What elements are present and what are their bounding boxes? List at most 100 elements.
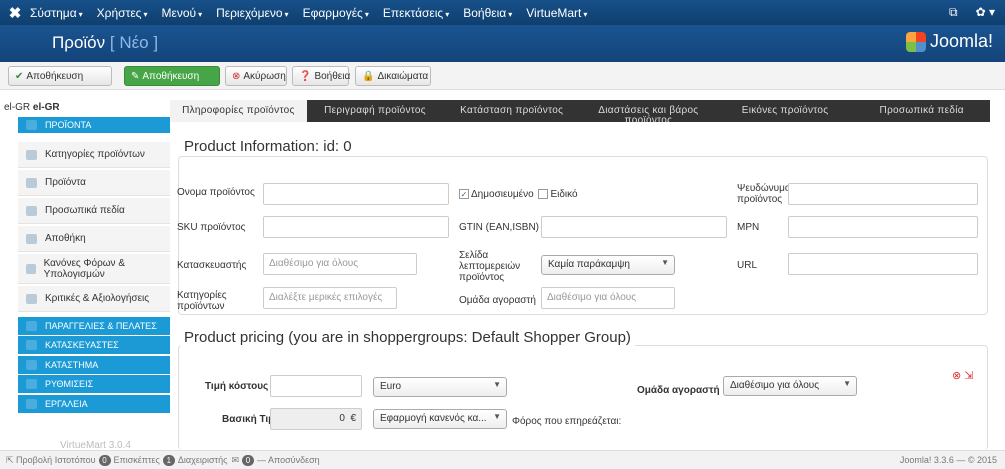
menu-item-icon <box>26 360 37 370</box>
sidebar-item-label: Αποθήκη <box>45 233 86 244</box>
check-icon: ✔ <box>15 70 24 82</box>
product-tabs: Πληροφορίες προϊόντος Περιγραφή προϊόντος… <box>170 100 990 122</box>
tab-2[interactable]: Κατάσταση προϊόντος <box>443 100 580 122</box>
language-indicator: el-GR el-GR <box>4 102 60 113</box>
pricing-fieldset <box>178 345 988 450</box>
menu-item-icon <box>26 340 37 350</box>
base-price-input[interactable]: 0 € <box>270 408 362 430</box>
toolbar: ✔ Αποθήκευση ✎ Αποθήκευση ⊗ Ακύρωση ❓ Βοήθει… <box>0 62 1005 90</box>
cancel-button[interactable]: ⊗ Ακύρωση <box>225 66 287 86</box>
logout-link[interactable]: — Αποσύνδεση <box>257 455 320 465</box>
caret-down-icon: ▾ <box>508 9 513 19</box>
sidebar-item-label: ΚΑΤΑΣΤΗΜΑ <box>45 360 99 370</box>
tab-3[interactable]: Διαστάσεις και βάρος προϊόντος <box>580 100 717 123</box>
sku-label: SKU προϊόντος <box>177 222 246 233</box>
menu-4[interactable]: Εφαρμογές ▾ <box>303 6 369 20</box>
sidebar-item-7[interactable]: ΠΑΡΑΓΓΕΛΙΕΣ & ΠΕΛΑΤΕΣ <box>18 317 170 335</box>
sidebar-item-11[interactable]: ΕΡΓΑΛΕΙΑ <box>18 395 170 413</box>
published-checkbox[interactable]: ✓ Δημοσιευμένο Ειδικό <box>459 189 578 200</box>
caret-down-icon: ▾ <box>583 9 588 19</box>
mpn-input[interactable] <box>788 216 978 238</box>
sidebar-item-2[interactable]: Προϊόντα <box>18 170 170 196</box>
gear-icon[interactable]: ✿ ▾ <box>976 5 995 20</box>
top-menu: Σύστημα ▾ Χρήστες ▾ Μενού ▾ Περιεχόμενο ▾ Εφαρμο… <box>30 6 587 20</box>
view-site-link[interactable]: ⇱ Προβολή Ιστοτόπου <box>6 455 96 466</box>
tab-4[interactable]: Εικόνες προϊόντος <box>717 100 854 122</box>
sidebar-item-label: Προϊόντα <box>45 177 86 188</box>
visitors-badge: 0 <box>98 454 111 466</box>
status-bar: ⇱ Προβολή Ιστοτόπου 0 Επισκέπτες 1 Διαχειρ… <box>0 450 1005 469</box>
caret-down-icon: ▾ <box>445 9 450 19</box>
menu-2[interactable]: Μενού ▾ <box>161 6 202 20</box>
sidebar-item-9[interactable]: ΚΑΤΑΣΤΗΜΑ <box>18 356 170 374</box>
tax-rule-select[interactable]: Εφαρμογή κανενός κα... ▼ <box>373 409 507 429</box>
sidebar-item-3[interactable]: Προσωπικά πεδία <box>18 198 170 224</box>
messages-badge: 0 <box>241 454 254 466</box>
edit-icon: ✎ <box>131 70 140 82</box>
menu-item-icon <box>26 149 37 160</box>
detail-page-select[interactable]: Καμία παράκαμψη ▼ <box>541 255 675 275</box>
save-close-button[interactable]: ✎ Αποθήκευση <box>124 66 220 86</box>
shopper-group-label: Ομάδα αγοραστή <box>459 295 536 306</box>
menu-item-icon <box>26 233 37 244</box>
tab-0[interactable]: Πληροφορίες προϊόντος <box>170 100 307 122</box>
pricing-shopper-group-select[interactable]: Διαθέσιμο για όλους ▼ <box>723 376 857 396</box>
menu-0[interactable]: Σύστημα ▾ <box>30 6 83 20</box>
currency-select[interactable]: Euro ▼ <box>373 377 507 397</box>
caret-down-icon: ▾ <box>78 9 83 19</box>
menu-item-icon <box>26 379 37 389</box>
sidebar-item-1[interactable]: Κατηγορίες προϊόντων <box>18 142 170 168</box>
help-icon: ❓ <box>299 70 312 82</box>
pricing-legend: Product pricing (you are in shoppergroup… <box>180 329 635 346</box>
tab-1[interactable]: Περιγραφή προϊόντος <box>307 100 444 122</box>
permissions-button[interactable]: 🔒 Δικαιώματα <box>355 66 431 86</box>
menu-6[interactable]: Βοήθεια ▾ <box>463 6 512 20</box>
sidebar-item-0[interactable]: ΠΡΟΪΟΝΤΑ <box>18 117 170 133</box>
categories-select[interactable]: Διαλέξτε μερικές επιλογές <box>263 287 397 309</box>
tax-affects-label: Φόρος που επηρεάζεται: <box>512 416 622 427</box>
menu-7[interactable]: VirtueMart ▾ <box>526 6 587 20</box>
tab-5[interactable]: Προσωπικά πεδία <box>853 100 990 122</box>
cost-price-input[interactable] <box>270 375 362 397</box>
url-label: URL <box>737 260 758 271</box>
special-checkbox[interactable] <box>538 189 549 200</box>
sidebar-item-6[interactable]: Κριτικές & Αξιολογήσεις <box>18 286 170 312</box>
admin-menubar: ✖ Σύστημα ▾ Χρήστες ▾ Μενού ▾ Περιεχόμενο ▾ Εφαρ… <box>0 0 1005 25</box>
sidebar-item-label: ΡΥΘΜΙΣΕΙΣ <box>45 379 94 389</box>
product-name-label: Ονομα προϊόντος <box>177 187 255 198</box>
menu-5[interactable]: Επεκτάσεις ▾ <box>383 6 449 20</box>
product-name-input[interactable] <box>263 183 449 205</box>
admins-badge: 1 <box>162 454 175 466</box>
page-subtitle: [ Νέο ] <box>109 33 159 52</box>
sidebar-item-4[interactable]: Αποθήκη <box>18 226 170 252</box>
menu-item-icon <box>26 120 37 130</box>
sidebar-item-5[interactable]: Κανόνες Φόρων & Υπολογισμών <box>18 254 170 284</box>
sidebar: el-GR el-GR ΠΡΟΪΟΝΤΑ Κατηγορίες προϊόντων… <box>0 100 170 458</box>
caret-down-icon: ▾ <box>284 9 289 19</box>
gtin-input[interactable] <box>541 216 727 238</box>
sku-input[interactable] <box>263 216 449 238</box>
sidebar-item-label: Κατηγορίες προϊόντων <box>45 149 145 160</box>
sidebar-item-8[interactable]: ΚΑΤΑΣΚΕΥΑΣΤΕΣ <box>18 336 170 354</box>
alias-label: Ψευδώνυμο προϊόντος <box>737 183 791 205</box>
visitors-label: Επισκέπτες <box>113 455 160 465</box>
lock-icon: 🔒 <box>362 70 375 82</box>
manufacturer-select[interactable]: Διαθέσιμο για όλους <box>263 253 417 275</box>
menu-1[interactable]: Χρήστες ▾ <box>97 6 148 20</box>
sidebar-item-label: Προσωπικά πεδία <box>45 205 125 216</box>
joomla-logo: Joomla! <box>905 31 993 52</box>
remove-price-icon[interactable]: ⊗ ⇲ <box>952 371 974 382</box>
menu-item-icon <box>26 263 36 274</box>
menu-3[interactable]: Περιεχόμενο ▾ <box>216 6 288 20</box>
chevron-down-icon: ▼ <box>493 412 501 421</box>
joomla-menu-icon[interactable]: ✖ <box>0 4 30 22</box>
apply-button[interactable]: ✔ Αποθήκευση <box>8 66 112 86</box>
shopper-group-select[interactable]: Διαθέσιμο για όλους <box>541 287 675 309</box>
help-button[interactable]: ❓ Βοήθεια <box>292 66 350 86</box>
external-link-icon[interactable]: ⧉ <box>949 5 958 20</box>
page-title: Προϊόν [ Νέο ] <box>52 33 159 52</box>
url-input[interactable] <box>788 253 978 275</box>
alias-input[interactable] <box>788 183 978 205</box>
sidebar-item-10[interactable]: ΡΥΘΜΙΣΕΙΣ <box>18 375 170 393</box>
menu-item-icon <box>26 177 37 188</box>
